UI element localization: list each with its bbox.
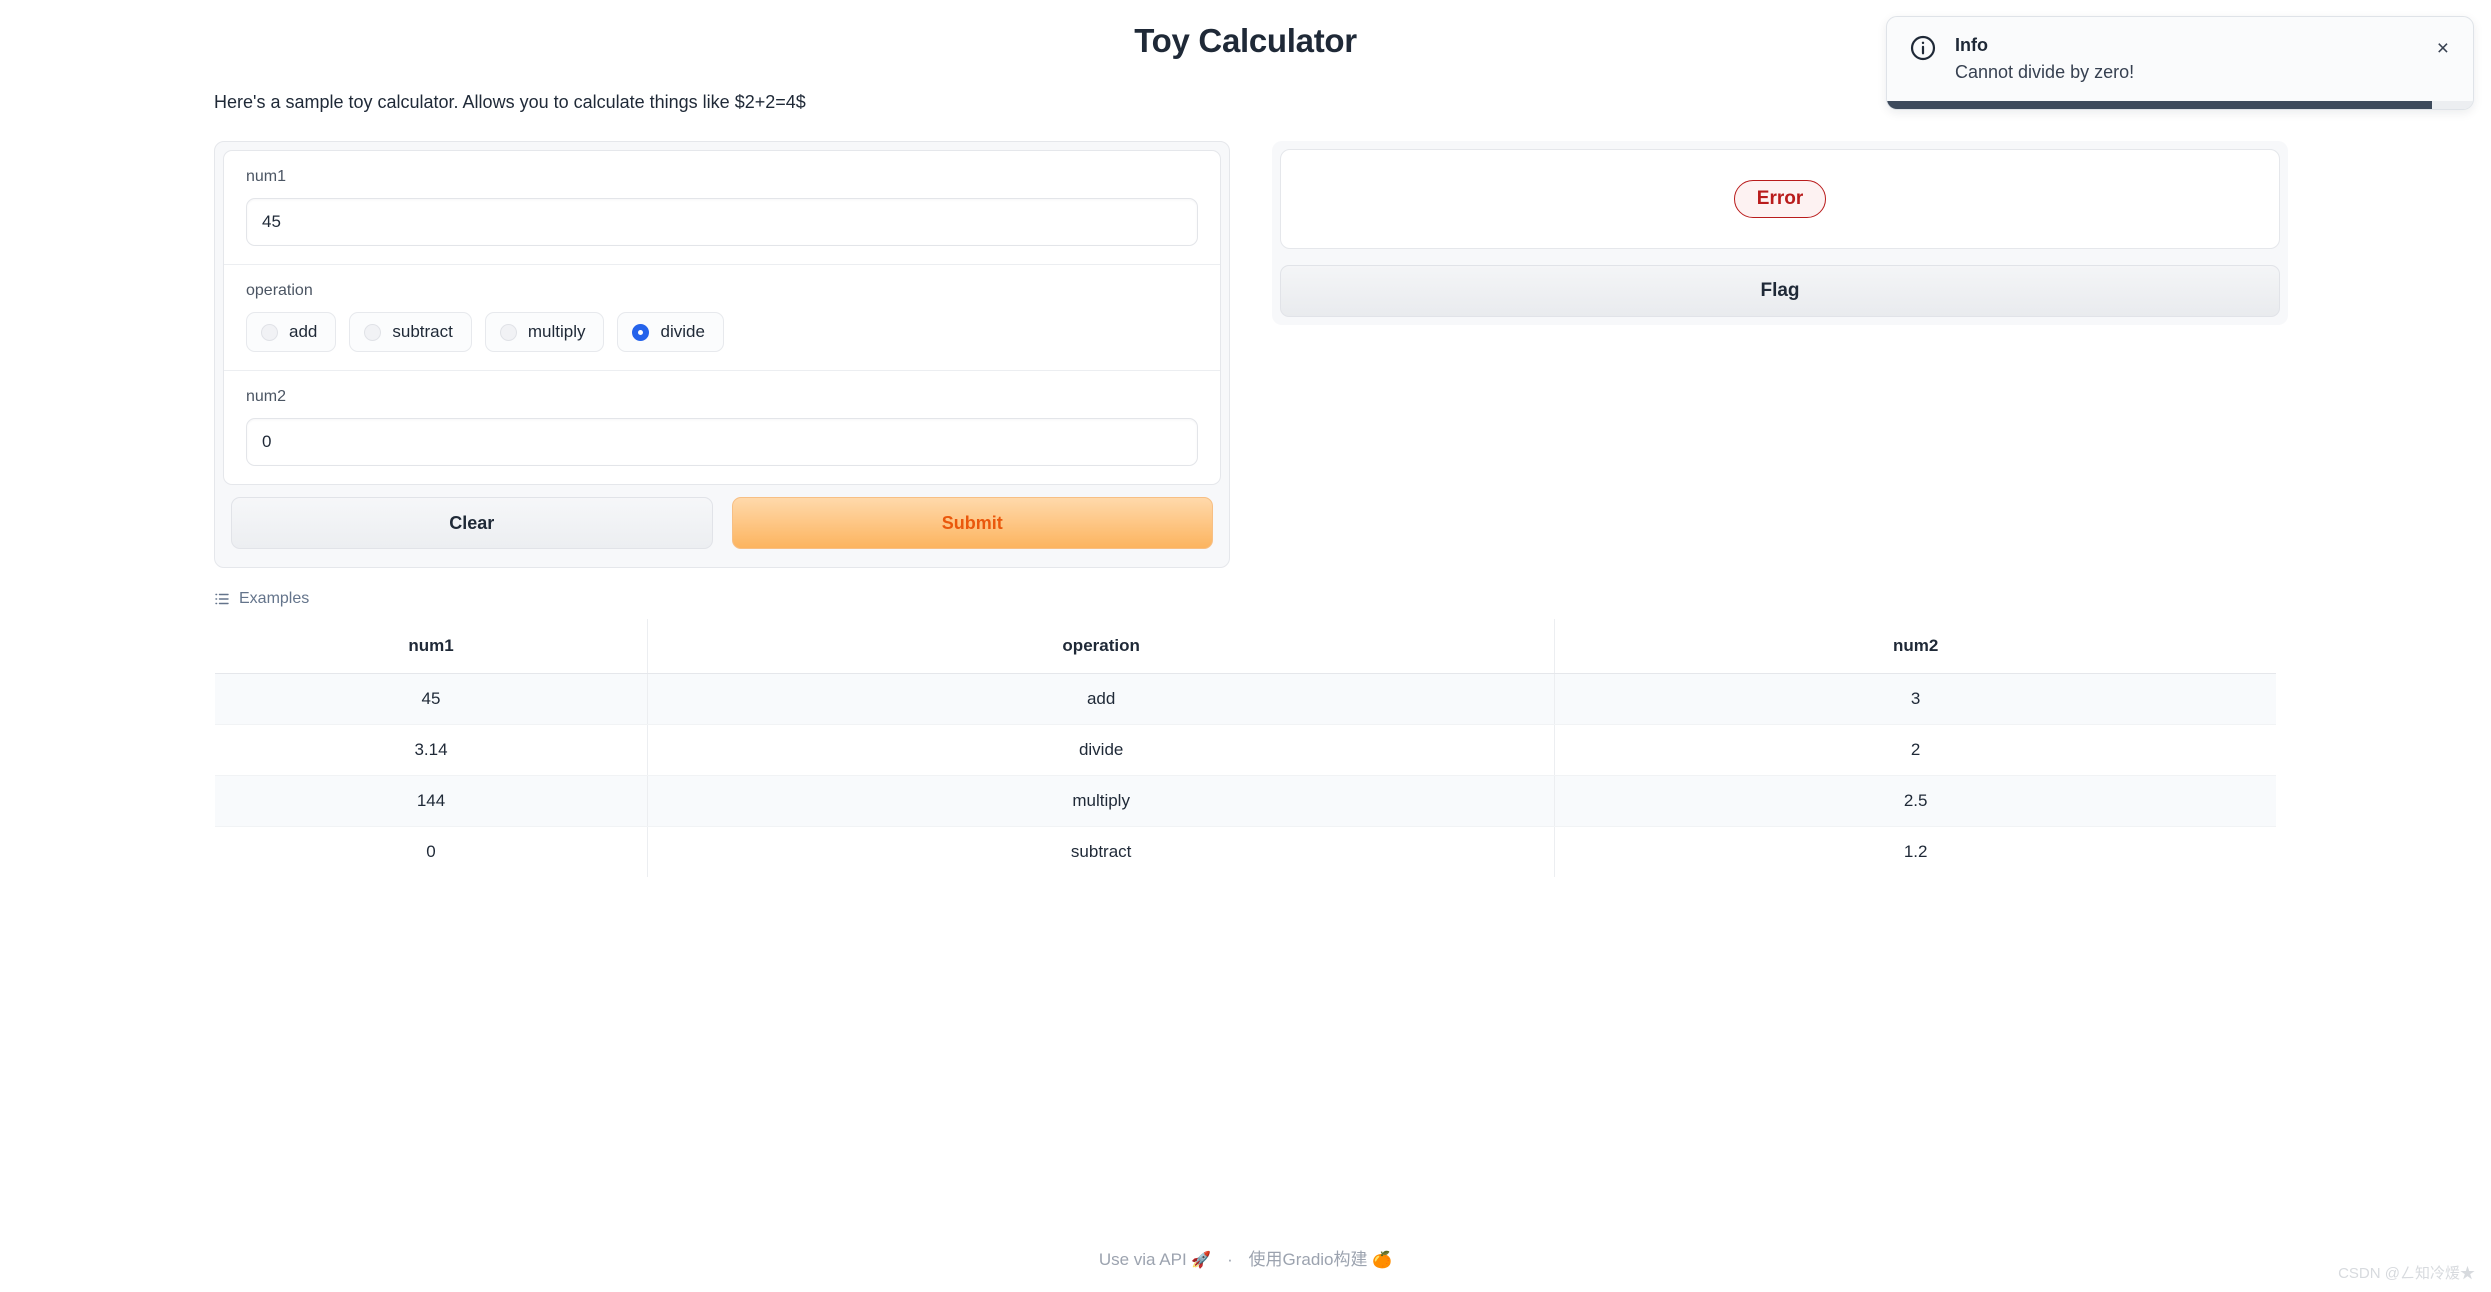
cell-operation: divide	[647, 724, 1556, 776]
cell-num2: 3	[1554, 673, 2276, 725]
cell-num2: 2.5	[1554, 775, 2276, 827]
toast-title: Info	[1955, 35, 1988, 55]
table-row[interactable]: 0 subtract 1.2	[215, 826, 2276, 877]
cell-num1: 3.14	[215, 724, 649, 776]
radio-option-subtract[interactable]: subtract	[349, 312, 472, 352]
close-icon[interactable]: ×	[2431, 34, 2455, 63]
input-column: num1 operation add subtrac	[214, 141, 1230, 568]
num2-input[interactable]	[246, 418, 1198, 466]
footer: Use via API 🚀 · 使用Gradio构建 🍊	[0, 1245, 2491, 1270]
examples-section: Examples num1 operation num2 45 add 3 3.…	[0, 568, 2491, 878]
examples-table: num1 operation num2 45 add 3 3.14 divide…	[214, 618, 2277, 878]
cell-num1: 45	[215, 673, 649, 725]
radio-dot-selected-icon	[632, 323, 650, 341]
table-row[interactable]: 3.14 divide 2	[215, 724, 2276, 776]
gradio-app: Toy Calculator Here's a sample toy calcu…	[0, 0, 2491, 1292]
built-with-gradio-link[interactable]: 使用Gradio构建	[1248, 1250, 1367, 1269]
examples-header: Examples	[214, 590, 2277, 608]
status-badge: Error	[1733, 180, 1827, 218]
toast-text: Info Cannot divide by zero!	[1955, 34, 2413, 83]
radio-label-subtract: subtract	[392, 322, 453, 341]
radio-dot-icon	[499, 323, 517, 341]
examples-table-head: num1 operation num2	[215, 619, 2276, 674]
radio-dot-icon	[364, 323, 382, 341]
cell-num1: 144	[215, 775, 649, 827]
clear-button[interactable]: Clear	[231, 497, 713, 549]
table-row[interactable]: 45 add 3	[215, 673, 2276, 725]
cell-num2: 2	[1554, 724, 2276, 776]
cell-num1: 0	[215, 826, 649, 877]
num2-field: num2	[224, 371, 1220, 484]
main-content-row: num1 operation add subtrac	[0, 113, 2491, 568]
num2-label: num2	[246, 388, 287, 405]
toast-notification: Info Cannot divide by zero! ×	[1886, 16, 2474, 110]
table-row[interactable]: 144 multiply 2.5	[215, 775, 2276, 827]
input-form-stack: num1 operation add subtrac	[223, 150, 1221, 485]
operation-radio-group: add subtract multiply divide	[246, 312, 1198, 352]
submit-button[interactable]: Submit	[731, 497, 1213, 549]
examples-label: Examples	[239, 590, 310, 607]
radio-option-multiply[interactable]: multiply	[484, 312, 605, 352]
examples-table-body: 45 add 3 3.14 divide 2 144 multiply 2.5 …	[215, 673, 2276, 877]
num1-field: num1	[224, 151, 1220, 265]
column-header-num2: num2	[1554, 619, 2276, 674]
input-panel: num1 operation add subtrac	[214, 141, 1230, 568]
radio-label-add: add	[289, 322, 318, 341]
info-circle-icon	[1909, 34, 1937, 67]
footer-separator: ·	[1227, 1250, 1233, 1269]
toast-progress-track	[1887, 101, 2473, 109]
list-icon	[214, 591, 230, 607]
cell-operation: add	[647, 673, 1556, 725]
rocket-icon: 🚀	[1191, 1252, 1212, 1269]
toast-body: Info Cannot divide by zero! ×	[1887, 17, 2473, 101]
radio-option-divide[interactable]: divide	[617, 312, 724, 352]
radio-label-divide: divide	[660, 322, 705, 341]
use-via-api-link[interactable]: Use via API	[1099, 1250, 1187, 1269]
output-column: Error Flag	[1272, 141, 2288, 325]
num1-label: num1	[246, 168, 287, 185]
toast-message: Cannot divide by zero!	[1955, 62, 2135, 82]
column-header-operation: operation	[647, 619, 1556, 674]
radio-label-multiply: multiply	[527, 322, 586, 341]
operation-field: operation add subtract multiply divide	[224, 265, 1220, 371]
operation-label: operation	[246, 282, 313, 299]
column-header-num1: num1	[215, 619, 649, 674]
gradio-logo-icon: 🍊	[1372, 1252, 1393, 1269]
radio-dot-icon	[261, 323, 278, 341]
cell-operation: subtract	[647, 826, 1556, 877]
num1-input[interactable]	[246, 198, 1198, 246]
examples-header-row: num1 operation num2	[215, 619, 2276, 674]
flag-button[interactable]: Flag	[1280, 265, 2280, 317]
toast-progress-fill	[1887, 101, 2432, 109]
cell-num2: 1.2	[1903, 842, 1928, 861]
action-button-row: Clear Submit	[223, 485, 1221, 559]
cell-operation: multiply	[647, 775, 1556, 827]
output-display: Error	[1280, 149, 2280, 249]
radio-option-add[interactable]: add	[246, 312, 337, 352]
output-panel: Error Flag	[1272, 141, 2288, 325]
watermark: CSDN @ㄥ知冷煖★	[2338, 1265, 2475, 1282]
